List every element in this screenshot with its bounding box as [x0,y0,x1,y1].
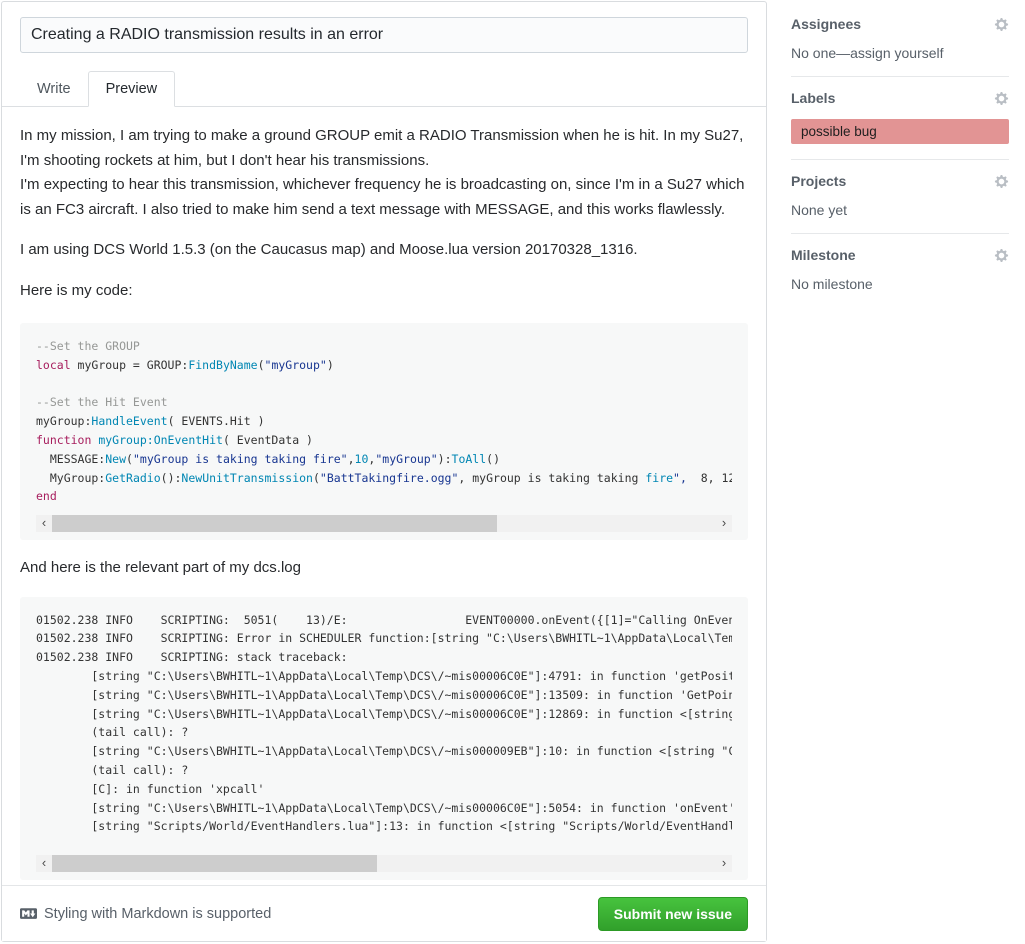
projects-heading: Projects [791,173,846,189]
issue-body-paragraph: Here is my code: [20,279,748,304]
code-block: --Set the GROUPlocal myGroup = GROUP:Fin… [20,323,748,540]
log-hscrollbar[interactable]: ‹ › [36,855,732,872]
milestone-value: No milestone [791,276,1009,292]
code-hscrollbar[interactable]: ‹ › [36,515,732,532]
scroll-right-arrow[interactable]: › [716,515,732,532]
issue-body-paragraph: I am using DCS World 1.5.3 (on the Cauca… [20,238,748,263]
tab-preview[interactable]: Preview [88,71,176,107]
comment-tabs: Write Preview [2,71,766,107]
gear-icon[interactable] [994,174,1009,189]
new-issue-page: Write Preview In my mission, I am trying… [0,0,1025,944]
scroll-left-arrow[interactable]: ‹ [36,855,52,872]
labels-heading: Labels [791,90,835,106]
submit-new-issue-button[interactable]: Submit new issue [598,897,748,931]
milestone-heading: Milestone [791,247,856,263]
issue-form-panel: Write Preview In my mission, I am trying… [1,1,767,942]
markdown-icon [20,905,37,922]
preview-body: In my mission, I am trying to make a gro… [2,107,766,880]
issue-body-paragraph: In my mission, I am trying to make a gro… [20,124,748,222]
scroll-track[interactable] [52,855,716,872]
scroll-right-arrow[interactable]: › [716,855,732,872]
sidebar-section-projects: Projects None yet [791,160,1009,234]
sidebar-section-labels: Labels possible bug [791,77,1009,160]
markdown-note-label: Styling with Markdown is supported [44,906,271,922]
assignees-heading: Assignees [791,16,861,32]
issue-sidebar: Assignees No one—assign yourself Labels … [791,0,1009,944]
sidebar-section-milestone: Milestone No milestone [791,234,1009,307]
markdown-note: Styling with Markdown is supported [20,905,271,922]
scroll-left-arrow[interactable]: ‹ [36,515,52,532]
assignees-value[interactable]: No one—assign yourself [791,45,1009,61]
scroll-track[interactable] [52,515,716,532]
scroll-thumb[interactable] [52,515,497,532]
sidebar-section-assignees: Assignees No one—assign yourself [791,3,1009,77]
gear-icon[interactable] [994,17,1009,32]
log-content: 01502.238 INFO SCRIPTING: 5051( 13)/E: E… [36,611,732,837]
issue-title-input[interactable] [20,17,748,53]
issue-body-paragraph: And here is the relevant part of my dcs.… [20,556,748,581]
gear-icon[interactable] [994,91,1009,106]
scroll-thumb[interactable] [52,855,377,872]
label-chip[interactable]: possible bug [791,119,1009,144]
projects-value: None yet [791,202,1009,218]
tab-write[interactable]: Write [20,72,88,106]
gear-icon[interactable] [994,248,1009,263]
log-block: 01502.238 INFO SCRIPTING: 5051( 13)/E: E… [20,597,748,881]
code-content: --Set the GROUPlocal myGroup = GROUP:Fin… [36,337,732,506]
form-footer: Styling with Markdown is supported Submi… [2,885,766,941]
